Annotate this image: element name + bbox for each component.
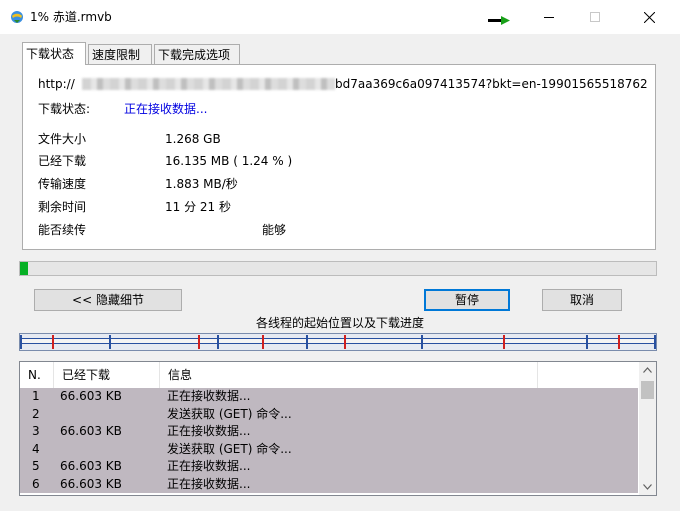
thread-marker xyxy=(20,335,22,349)
thread-marker xyxy=(654,335,656,349)
row-downloaded: 66.603 KB xyxy=(60,476,122,491)
thread-marker xyxy=(503,335,505,349)
file-size-value: 1.268 GB xyxy=(165,132,221,146)
table-row[interactable]: 5 66.603 KB 正在接收数据... xyxy=(20,458,638,476)
download-progress-bar xyxy=(19,261,657,276)
thread-progress-bar xyxy=(19,333,657,351)
tab-download-status[interactable]: 下载状态 xyxy=(22,42,86,65)
table-row[interactable]: 2 发送获取 (GET) 命令... xyxy=(20,405,638,423)
list-scrollbar[interactable] xyxy=(639,362,656,495)
speed-label: 传输速度 xyxy=(38,177,87,191)
url-prefix: http:// xyxy=(38,77,75,91)
status-value: 正在接收数据... xyxy=(124,102,208,116)
close-icon xyxy=(643,11,655,23)
row-number: 5 xyxy=(32,459,40,473)
row-downloaded: 66.603 KB xyxy=(60,424,122,438)
row-number: 1 xyxy=(32,389,40,403)
downloaded-label: 已经下载 xyxy=(38,154,87,168)
row-number: 3 xyxy=(32,424,40,438)
status-label: 下载状态: xyxy=(38,102,91,116)
speed-value: 1.883 MB/秒 xyxy=(165,177,238,191)
thread-marker xyxy=(421,335,423,349)
thread-marker xyxy=(344,335,346,349)
thread-marker xyxy=(217,335,219,349)
column-header-info[interactable]: 信息 xyxy=(160,362,538,388)
list-header: N. 已经下载 信息 xyxy=(20,362,638,389)
threads-title: 各线程的起始位置以及下载进度 xyxy=(255,316,424,330)
minimize-icon xyxy=(544,17,554,18)
table-row[interactable]: 3 66.603 KB 正在接收数据... xyxy=(20,423,638,441)
row-downloaded: 66.603 KB xyxy=(60,389,122,403)
row-number: 6 xyxy=(32,476,40,491)
row-info: 正在接收数据... xyxy=(167,476,251,491)
row-downloaded: 66.603 KB xyxy=(60,459,122,473)
scroll-thumb[interactable] xyxy=(641,381,654,399)
thread-marker xyxy=(109,335,111,349)
maximize-button[interactable] xyxy=(572,0,618,34)
title-bar: 1% 赤道.rmvb xyxy=(0,0,680,34)
chevron-down-icon[interactable] xyxy=(643,484,652,490)
thread-marker xyxy=(262,335,264,349)
file-size-label: 文件大小 xyxy=(38,132,87,146)
url-redacted xyxy=(82,78,335,90)
remaining-label: 剩余时间 xyxy=(38,200,87,214)
thread-marker xyxy=(586,335,588,349)
column-header-downloaded[interactable]: 已经下载 xyxy=(54,362,160,388)
maximize-icon xyxy=(590,12,600,22)
row-info: 发送获取 (GET) 命令... xyxy=(167,406,292,421)
row-info: 正在接收数据... xyxy=(167,389,251,403)
column-header-number[interactable]: N. xyxy=(20,362,54,388)
thread-list[interactable]: N. 已经下载 信息 1 66.603 KB 正在接收数据... 2 发送获取 (GET… xyxy=(19,361,657,496)
hide-details-button[interactable]: << 隐藏细节 xyxy=(34,289,182,311)
green-arrow-icon xyxy=(488,16,510,25)
resume-label: 能否续传 xyxy=(38,223,87,237)
row-info: 发送获取 (GET) 命令... xyxy=(167,441,292,456)
window-title: 1% 赤道.rmvb xyxy=(30,10,112,24)
row-info: 正在接收数据... xyxy=(167,424,251,438)
downloaded-value: 16.135 MB ( 1.24 % ) xyxy=(165,154,293,168)
tab-completion-options[interactable]: 下载完成选项 xyxy=(154,44,240,64)
progress-fill xyxy=(20,262,28,275)
cancel-button[interactable]: 取消 xyxy=(542,289,622,311)
thread-marker xyxy=(306,335,308,349)
thread-track xyxy=(20,338,656,344)
row-info: 正在接收数据... xyxy=(167,459,251,473)
row-number: 4 xyxy=(32,441,40,456)
url-suffix: bd7aa369c6a097413574?bkt=en-199015655187… xyxy=(335,77,648,91)
thread-marker xyxy=(52,335,54,349)
chevron-up-icon[interactable] xyxy=(643,367,652,373)
pause-button[interactable]: 暂停 xyxy=(424,289,510,311)
thread-marker xyxy=(618,335,620,349)
resume-value: 能够 xyxy=(262,223,287,237)
ie-globe-icon xyxy=(11,11,23,23)
close-button[interactable] xyxy=(626,0,672,34)
remaining-value: 11 分 21 秒 xyxy=(165,200,231,214)
tab-speed-limit[interactable]: 速度限制 xyxy=(88,44,152,64)
row-number: 2 xyxy=(32,406,40,421)
table-row[interactable]: 1 66.603 KB 正在接收数据... xyxy=(20,388,638,406)
table-row[interactable]: 6 66.603 KB 正在接收数据... xyxy=(20,475,638,493)
table-row[interactable]: 4 发送获取 (GET) 命令... xyxy=(20,440,638,458)
thread-marker xyxy=(198,335,200,349)
minimize-button[interactable] xyxy=(526,0,572,34)
